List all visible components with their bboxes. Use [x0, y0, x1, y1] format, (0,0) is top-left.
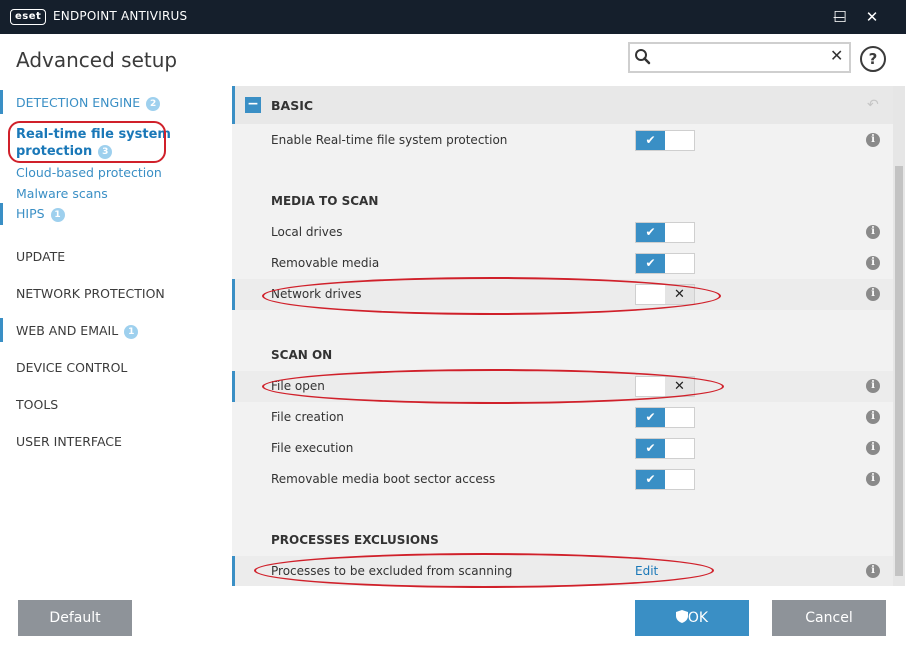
close-icon: ✕ [665, 285, 694, 304]
search-box[interactable]: ✕ [628, 42, 851, 73]
ok-button[interactable]: OK [635, 600, 749, 636]
sidebar-item-realtime-protection[interactable]: Real-time file system protection 3 [16, 126, 171, 160]
subheader-processes-exclusions: PROCESSES EXCLUSIONS [271, 533, 439, 547]
setting-label: Removable media [271, 256, 380, 270]
setting-label: File creation [271, 410, 344, 424]
search-clear-icon[interactable]: ✕ [830, 46, 843, 65]
check-icon: ✔ [636, 223, 665, 242]
sidebar-item-label: protection [16, 144, 93, 159]
default-button[interactable]: Default [18, 600, 132, 636]
check-icon: ✔ [636, 470, 665, 489]
setting-row-network-drives: Network drives ✕ i [232, 279, 893, 310]
sidebar-item-label: WEB AND EMAIL [16, 323, 119, 338]
setting-row-file-creation: File creation ✔ i [232, 402, 893, 433]
check-icon: ✔ [636, 439, 665, 458]
setting-label: Enable Real-time file system protection [271, 133, 508, 147]
check-icon: ✔ [636, 131, 665, 150]
toggle-switch[interactable]: ✔ [635, 222, 695, 243]
ok-label: OK [687, 610, 709, 626]
section-header-basic[interactable]: − BASIC ↶ [232, 86, 893, 124]
info-icon[interactable]: i [866, 441, 880, 455]
scroll-thumb[interactable] [895, 166, 903, 576]
page-title: Advanced setup [16, 48, 178, 72]
subheader-media-to-scan: MEDIA TO SCAN [271, 194, 379, 208]
check-icon: ✔ [636, 254, 665, 273]
sidebar-item-web-and-email[interactable]: WEB AND EMAIL 1 [16, 323, 139, 339]
maximize-button[interactable]: ☐ [827, 5, 853, 29]
info-icon[interactable]: i [866, 379, 880, 393]
sidebar-item-tools[interactable]: TOOLS [16, 397, 58, 412]
app-title: ENDPOINT ANTIVIRUS [53, 9, 188, 23]
info-icon[interactable]: i [866, 410, 880, 424]
setting-label: Processes to be excluded from scanning [271, 564, 513, 578]
info-icon[interactable]: i [866, 225, 880, 239]
search-input[interactable] [656, 47, 826, 68]
toggle-switch[interactable]: ✔ [635, 469, 695, 490]
info-icon[interactable]: i [866, 287, 880, 301]
search-icon [635, 49, 651, 65]
toggle-switch[interactable]: ✕ [635, 284, 695, 305]
close-icon: ✕ [665, 377, 694, 396]
sidebar-item-cloud-protection[interactable]: Cloud-based protection [16, 165, 162, 180]
info-icon[interactable]: i [866, 133, 880, 147]
cancel-button[interactable]: Cancel [772, 600, 886, 636]
check-icon: ✔ [636, 408, 665, 427]
subheader-scan-on: SCAN ON [271, 348, 333, 362]
help-icon[interactable]: ? [860, 46, 886, 72]
scrollbar[interactable] [893, 86, 905, 586]
sidebar-item-label: DETECTION ENGINE [16, 95, 141, 110]
setting-label: File open [271, 379, 325, 393]
setting-label: Network drives [271, 287, 362, 301]
sidebar-item-network-protection[interactable]: NETWORK PROTECTION [16, 286, 165, 301]
setting-row-enable-realtime: Enable Real-time file system protection … [232, 125, 893, 156]
title-bar: eset ENDPOINT ANTIVIRUS — ☐ ✕ [0, 0, 906, 34]
edit-link[interactable]: Edit [635, 564, 658, 578]
section-title: BASIC [271, 98, 314, 113]
collapse-icon[interactable]: − [245, 97, 261, 113]
setting-row-local-drives: Local drives ✔ i [232, 217, 893, 248]
settings-panel: − BASIC ↶ Enable Real-time file system p… [232, 86, 893, 586]
setting-row-removable-media: Removable media ✔ i [232, 248, 893, 279]
toggle-switch[interactable]: ✔ [635, 253, 695, 274]
info-icon[interactable]: i [866, 472, 880, 486]
sidebar-item-malware-scans[interactable]: Malware scans [16, 186, 108, 201]
setting-label: File execution [271, 441, 354, 455]
eset-logo: eset [10, 9, 47, 25]
notification-badge: 1 [50, 208, 65, 222]
sidebar-item-device-control[interactable]: DEVICE CONTROL [16, 360, 127, 375]
sidebar-item-update[interactable]: UPDATE [16, 249, 65, 264]
info-icon[interactable]: i [866, 564, 880, 578]
toggle-switch[interactable]: ✕ [635, 376, 695, 397]
notification-badge: 3 [98, 145, 113, 159]
toggle-switch[interactable]: ✔ [635, 438, 695, 459]
sidebar-item-label: Real-time file system [16, 127, 171, 142]
setting-row-boot-sector: Removable media boot sector access ✔ i [232, 464, 893, 495]
sidebar-marker-hips [0, 203, 3, 225]
toggle-switch[interactable]: ✔ [635, 130, 695, 151]
shield-icon [675, 610, 688, 626]
setting-row-file-open: File open ✕ i [232, 371, 893, 402]
sidebar-marker-detection [0, 90, 3, 114]
sidebar-item-detection-engine[interactable]: DETECTION ENGINE 2 [16, 95, 161, 111]
revert-icon[interactable]: ↶ [867, 97, 879, 113]
sidebar-item-hips[interactable]: HIPS 1 [16, 206, 65, 222]
sidebar-marker-web [0, 318, 3, 342]
setting-row-processes-exclusions: Processes to be excluded from scanning E… [232, 556, 893, 586]
setting-label: Removable media boot sector access [271, 472, 496, 486]
setting-row-file-execution: File execution ✔ i [232, 433, 893, 464]
sidebar-item-user-interface[interactable]: USER INTERFACE [16, 434, 122, 449]
setting-label: Local drives [271, 225, 343, 239]
info-icon[interactable]: i [866, 256, 880, 270]
notification-badge: 2 [146, 97, 161, 111]
notification-badge: 1 [124, 325, 139, 339]
sidebar-item-label: HIPS [16, 206, 45, 221]
toggle-switch[interactable]: ✔ [635, 407, 695, 428]
close-button[interactable]: ✕ [859, 5, 885, 29]
